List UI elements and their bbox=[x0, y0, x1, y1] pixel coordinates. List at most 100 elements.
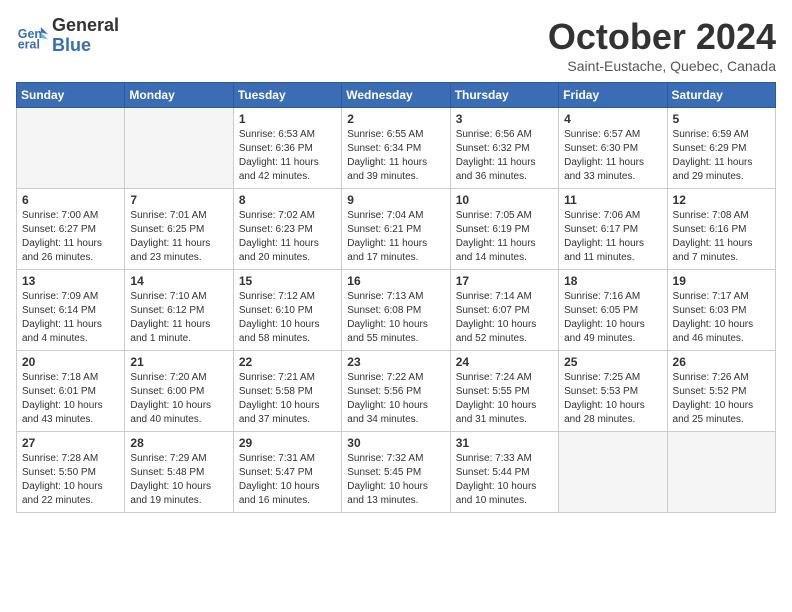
day-info: Sunrise: 7:04 AMSunset: 6:21 PMDaylight:… bbox=[347, 209, 444, 265]
header-sunday: Sunday bbox=[17, 83, 125, 108]
calendar-cell: 2 Sunrise: 6:55 AMSunset: 6:34 PMDaylight… bbox=[342, 108, 450, 189]
day-number: 26 bbox=[673, 355, 770, 369]
day-number: 22 bbox=[239, 355, 336, 369]
header-friday: Friday bbox=[559, 83, 667, 108]
day-number: 23 bbox=[347, 355, 444, 369]
calendar-cell: 30 Sunrise: 7:32 AMSunset: 5:45 PMDayligh… bbox=[342, 432, 450, 513]
header-saturday: Saturday bbox=[667, 83, 775, 108]
day-number: 7 bbox=[130, 193, 227, 207]
day-number: 16 bbox=[347, 274, 444, 288]
day-number: 6 bbox=[22, 193, 119, 207]
day-info: Sunrise: 7:01 AMSunset: 6:25 PMDaylight:… bbox=[130, 209, 227, 265]
day-info: Sunrise: 7:13 AMSunset: 6:08 PMDaylight:… bbox=[347, 290, 444, 346]
day-number: 11 bbox=[564, 193, 661, 207]
day-number: 10 bbox=[456, 193, 553, 207]
day-number: 28 bbox=[130, 436, 227, 450]
day-info: Sunrise: 6:55 AMSunset: 6:34 PMDaylight:… bbox=[347, 128, 444, 184]
day-info: Sunrise: 6:53 AMSunset: 6:36 PMDaylight:… bbox=[239, 128, 336, 184]
day-number: 27 bbox=[22, 436, 119, 450]
day-number: 29 bbox=[239, 436, 336, 450]
calendar-cell bbox=[17, 108, 125, 189]
day-info: Sunrise: 7:20 AMSunset: 6:00 PMDaylight:… bbox=[130, 371, 227, 427]
day-info: Sunrise: 7:16 AMSunset: 6:05 PMDaylight:… bbox=[564, 290, 661, 346]
calendar-cell: 7 Sunrise: 7:01 AMSunset: 6:25 PMDaylight… bbox=[125, 189, 233, 270]
day-number: 13 bbox=[22, 274, 119, 288]
day-info: Sunrise: 7:06 AMSunset: 6:17 PMDaylight:… bbox=[564, 209, 661, 265]
calendar-cell: 31Sunrise: 7:33 AMSunset: 5:44 PMDayligh… bbox=[450, 432, 558, 513]
calendar-cell bbox=[559, 432, 667, 513]
day-number: 4 bbox=[564, 112, 661, 126]
day-number: 24 bbox=[456, 355, 553, 369]
calendar-cell: 28 Sunrise: 7:29 AMSunset: 5:48 PMDayligh… bbox=[125, 432, 233, 513]
week-row-2: 6 Sunrise: 7:00 AMSunset: 6:27 PMDaylight… bbox=[17, 189, 776, 270]
day-info: Sunrise: 7:09 AMSunset: 6:14 PMDaylight:… bbox=[22, 290, 119, 346]
location-subtitle: Saint-Eustache, Quebec, Canada bbox=[548, 58, 776, 74]
day-number: 19 bbox=[673, 274, 770, 288]
day-number: 9 bbox=[347, 193, 444, 207]
day-number: 21 bbox=[130, 355, 227, 369]
week-row-4: 20Sunrise: 7:18 AMSunset: 6:01 PMDayligh… bbox=[17, 351, 776, 432]
day-info: Sunrise: 6:59 AMSunset: 6:29 PMDaylight:… bbox=[673, 128, 770, 184]
day-info: Sunrise: 7:05 AMSunset: 6:19 PMDaylight:… bbox=[456, 209, 553, 265]
calendar-cell: 13 Sunrise: 7:09 AMSunset: 6:14 PMDayligh… bbox=[17, 270, 125, 351]
day-number: 15 bbox=[239, 274, 336, 288]
calendar-cell: 4 Sunrise: 6:57 AMSunset: 6:30 PMDaylight… bbox=[559, 108, 667, 189]
calendar-cell: 19Sunrise: 7:17 AMSunset: 6:03 PMDayligh… bbox=[667, 270, 775, 351]
calendar-cell: 12 Sunrise: 7:08 AMSunset: 6:16 PMDayligh… bbox=[667, 189, 775, 270]
calendar-cell: 3 Sunrise: 6:56 AMSunset: 6:32 PMDaylight… bbox=[450, 108, 558, 189]
logo-icon: Gen eral bbox=[16, 20, 48, 52]
day-info: Sunrise: 7:22 AMSunset: 5:56 PMDaylight:… bbox=[347, 371, 444, 427]
calendar-cell: 14 Sunrise: 7:10 AMSunset: 6:12 PMDayligh… bbox=[125, 270, 233, 351]
week-row-3: 13 Sunrise: 7:09 AMSunset: 6:14 PMDayligh… bbox=[17, 270, 776, 351]
day-number: 5 bbox=[673, 112, 770, 126]
logo: Gen eral General Blue bbox=[16, 16, 119, 56]
calendar-cell: 20Sunrise: 7:18 AMSunset: 6:01 PMDayligh… bbox=[17, 351, 125, 432]
calendar-cell bbox=[125, 108, 233, 189]
calendar-cell: 18 Sunrise: 7:16 AMSunset: 6:05 PMDayligh… bbox=[559, 270, 667, 351]
day-number: 8 bbox=[239, 193, 336, 207]
month-title: October 2024 bbox=[548, 16, 776, 58]
calendar-cell: 25 Sunrise: 7:25 AMSunset: 5:53 PMDayligh… bbox=[559, 351, 667, 432]
calendar-cell: 21 Sunrise: 7:20 AMSunset: 6:00 PMDayligh… bbox=[125, 351, 233, 432]
day-number: 12 bbox=[673, 193, 770, 207]
day-number: 18 bbox=[564, 274, 661, 288]
calendar-cell: 1Sunrise: 6:53 AMSunset: 6:36 PMDaylight… bbox=[233, 108, 341, 189]
calendar-cell: 24 Sunrise: 7:24 AMSunset: 5:55 PMDayligh… bbox=[450, 351, 558, 432]
day-info: Sunrise: 7:08 AMSunset: 6:16 PMDaylight:… bbox=[673, 209, 770, 265]
day-info: Sunrise: 7:28 AMSunset: 5:50 PMDaylight:… bbox=[22, 452, 119, 508]
day-info: Sunrise: 6:56 AMSunset: 6:32 PMDaylight:… bbox=[456, 128, 553, 184]
calendar-cell bbox=[667, 432, 775, 513]
day-info: Sunrise: 7:10 AMSunset: 6:12 PMDaylight:… bbox=[130, 290, 227, 346]
logo-line1: General bbox=[52, 16, 119, 36]
day-number: 3 bbox=[456, 112, 553, 126]
calendar-cell: 9 Sunrise: 7:04 AMSunset: 6:21 PMDaylight… bbox=[342, 189, 450, 270]
day-number: 2 bbox=[347, 112, 444, 126]
day-info: Sunrise: 7:32 AMSunset: 5:45 PMDaylight:… bbox=[347, 452, 444, 508]
day-info: Sunrise: 7:00 AMSunset: 6:27 PMDaylight:… bbox=[22, 209, 119, 265]
page-header: Gen eral General Blue October 2024 Saint… bbox=[16, 16, 776, 74]
week-row-5: 27 Sunrise: 7:28 AMSunset: 5:50 PMDayligh… bbox=[17, 432, 776, 513]
calendar-table: SundayMondayTuesdayWednesdayThursdayFrid… bbox=[16, 82, 776, 513]
day-number: 14 bbox=[130, 274, 227, 288]
calendar-cell: 15 Sunrise: 7:12 AMSunset: 6:10 PMDayligh… bbox=[233, 270, 341, 351]
day-info: Sunrise: 7:25 AMSunset: 5:53 PMDaylight:… bbox=[564, 371, 661, 427]
day-info: Sunrise: 7:12 AMSunset: 6:10 PMDaylight:… bbox=[239, 290, 336, 346]
logo-line2: Blue bbox=[52, 36, 119, 56]
header-thursday: Thursday bbox=[450, 83, 558, 108]
svg-text:eral: eral bbox=[18, 37, 40, 51]
day-info: Sunrise: 7:24 AMSunset: 5:55 PMDaylight:… bbox=[456, 371, 553, 427]
calendar-cell: 16 Sunrise: 7:13 AMSunset: 6:08 PMDayligh… bbox=[342, 270, 450, 351]
week-row-1: 1Sunrise: 6:53 AMSunset: 6:36 PMDaylight… bbox=[17, 108, 776, 189]
calendar-cell: 22 Sunrise: 7:21 AMSunset: 5:58 PMDayligh… bbox=[233, 351, 341, 432]
day-info: Sunrise: 7:21 AMSunset: 5:58 PMDaylight:… bbox=[239, 371, 336, 427]
day-info: Sunrise: 7:33 AMSunset: 5:44 PMDaylight:… bbox=[456, 452, 553, 508]
day-number: 25 bbox=[564, 355, 661, 369]
day-info: Sunrise: 7:29 AMSunset: 5:48 PMDaylight:… bbox=[130, 452, 227, 508]
day-number: 30 bbox=[347, 436, 444, 450]
calendar-cell: 5 Sunrise: 6:59 AMSunset: 6:29 PMDaylight… bbox=[667, 108, 775, 189]
calendar-cell: 17Sunrise: 7:14 AMSunset: 6:07 PMDayligh… bbox=[450, 270, 558, 351]
day-info: Sunrise: 6:57 AMSunset: 6:30 PMDaylight:… bbox=[564, 128, 661, 184]
title-block: October 2024 Saint-Eustache, Quebec, Can… bbox=[548, 16, 776, 74]
header-wednesday: Wednesday bbox=[342, 83, 450, 108]
day-number: 20 bbox=[22, 355, 119, 369]
